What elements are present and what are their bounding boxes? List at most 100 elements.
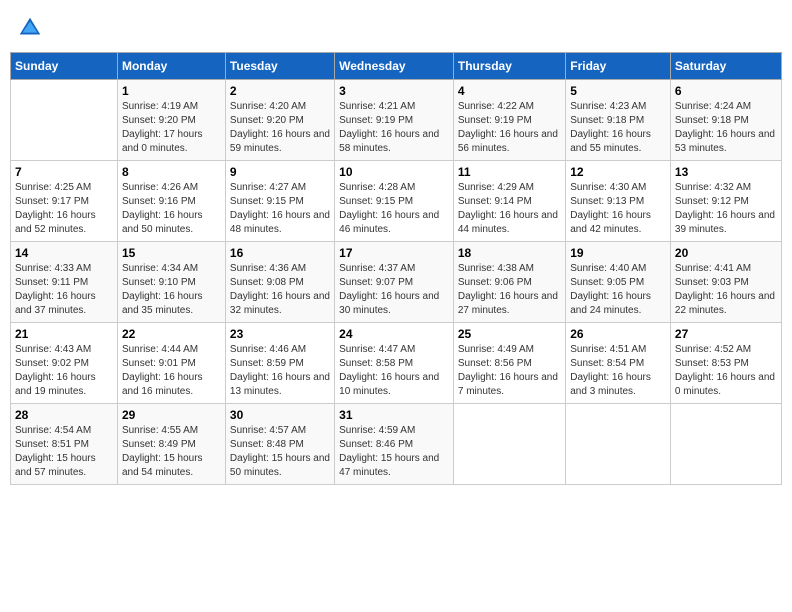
day-number: 2 bbox=[230, 84, 330, 98]
day-number: 1 bbox=[122, 84, 221, 98]
day-info: Sunrise: 4:52 AM Sunset: 8:53 PM Dayligh… bbox=[675, 343, 777, 399]
calendar-cell: 3 Sunrise: 4:21 AM Sunset: 9:19 PM Dayli… bbox=[335, 80, 454, 161]
day-info: Sunrise: 4:34 AM Sunset: 9:10 PM Dayligh… bbox=[122, 262, 221, 318]
day-number: 14 bbox=[15, 246, 113, 260]
calendar-cell: 25 Sunrise: 4:49 AM Sunset: 8:56 PM Dayl… bbox=[453, 323, 565, 404]
day-info: Sunrise: 4:33 AM Sunset: 9:11 PM Dayligh… bbox=[15, 262, 113, 318]
calendar-cell: 13 Sunrise: 4:32 AM Sunset: 9:12 PM Dayl… bbox=[670, 161, 781, 242]
calendar-cell: 30 Sunrise: 4:57 AM Sunset: 8:48 PM Dayl… bbox=[225, 404, 334, 485]
day-number: 7 bbox=[15, 165, 113, 179]
day-info: Sunrise: 4:29 AM Sunset: 9:14 PM Dayligh… bbox=[458, 181, 561, 237]
calendar-cell: 22 Sunrise: 4:44 AM Sunset: 9:01 PM Dayl… bbox=[117, 323, 225, 404]
weekday-header: Friday bbox=[566, 53, 671, 80]
calendar-cell: 9 Sunrise: 4:27 AM Sunset: 9:15 PM Dayli… bbox=[225, 161, 334, 242]
day-number: 26 bbox=[570, 327, 666, 341]
calendar-cell: 31 Sunrise: 4:59 AM Sunset: 8:46 PM Dayl… bbox=[335, 404, 454, 485]
calendar-week-row: 1 Sunrise: 4:19 AM Sunset: 9:20 PM Dayli… bbox=[11, 80, 782, 161]
day-info: Sunrise: 4:30 AM Sunset: 9:13 PM Dayligh… bbox=[570, 181, 666, 237]
day-number: 17 bbox=[339, 246, 449, 260]
weekday-header: Thursday bbox=[453, 53, 565, 80]
day-info: Sunrise: 4:38 AM Sunset: 9:06 PM Dayligh… bbox=[458, 262, 561, 318]
day-number: 19 bbox=[570, 246, 666, 260]
day-number: 12 bbox=[570, 165, 666, 179]
day-number: 6 bbox=[675, 84, 777, 98]
calendar-cell: 28 Sunrise: 4:54 AM Sunset: 8:51 PM Dayl… bbox=[11, 404, 118, 485]
day-number: 3 bbox=[339, 84, 449, 98]
calendar-cell: 8 Sunrise: 4:26 AM Sunset: 9:16 PM Dayli… bbox=[117, 161, 225, 242]
day-number: 11 bbox=[458, 165, 561, 179]
day-info: Sunrise: 4:21 AM Sunset: 9:19 PM Dayligh… bbox=[339, 100, 449, 156]
day-info: Sunrise: 4:49 AM Sunset: 8:56 PM Dayligh… bbox=[458, 343, 561, 399]
weekday-header: Monday bbox=[117, 53, 225, 80]
day-number: 18 bbox=[458, 246, 561, 260]
day-number: 4 bbox=[458, 84, 561, 98]
calendar-cell: 6 Sunrise: 4:24 AM Sunset: 9:18 PM Dayli… bbox=[670, 80, 781, 161]
calendar-cell: 14 Sunrise: 4:33 AM Sunset: 9:11 PM Dayl… bbox=[11, 242, 118, 323]
weekday-header: Wednesday bbox=[335, 53, 454, 80]
calendar-cell: 16 Sunrise: 4:36 AM Sunset: 9:08 PM Dayl… bbox=[225, 242, 334, 323]
day-number: 16 bbox=[230, 246, 330, 260]
day-number: 22 bbox=[122, 327, 221, 341]
calendar-week-row: 14 Sunrise: 4:33 AM Sunset: 9:11 PM Dayl… bbox=[11, 242, 782, 323]
day-number: 20 bbox=[675, 246, 777, 260]
logo bbox=[16, 14, 48, 42]
calendar-cell bbox=[11, 80, 118, 161]
calendar-week-row: 28 Sunrise: 4:54 AM Sunset: 8:51 PM Dayl… bbox=[11, 404, 782, 485]
calendar-cell: 19 Sunrise: 4:40 AM Sunset: 9:05 PM Dayl… bbox=[566, 242, 671, 323]
day-info: Sunrise: 4:32 AM Sunset: 9:12 PM Dayligh… bbox=[675, 181, 777, 237]
day-info: Sunrise: 4:36 AM Sunset: 9:08 PM Dayligh… bbox=[230, 262, 330, 318]
page-header bbox=[10, 10, 782, 46]
weekday-header: Saturday bbox=[670, 53, 781, 80]
day-info: Sunrise: 4:41 AM Sunset: 9:03 PM Dayligh… bbox=[675, 262, 777, 318]
calendar-cell: 10 Sunrise: 4:28 AM Sunset: 9:15 PM Dayl… bbox=[335, 161, 454, 242]
day-info: Sunrise: 4:47 AM Sunset: 8:58 PM Dayligh… bbox=[339, 343, 449, 399]
weekday-header-row: SundayMondayTuesdayWednesdayThursdayFrid… bbox=[11, 53, 782, 80]
day-number: 27 bbox=[675, 327, 777, 341]
day-number: 23 bbox=[230, 327, 330, 341]
day-number: 25 bbox=[458, 327, 561, 341]
calendar-week-row: 21 Sunrise: 4:43 AM Sunset: 9:02 PM Dayl… bbox=[11, 323, 782, 404]
day-info: Sunrise: 4:51 AM Sunset: 8:54 PM Dayligh… bbox=[570, 343, 666, 399]
calendar-cell: 29 Sunrise: 4:55 AM Sunset: 8:49 PM Dayl… bbox=[117, 404, 225, 485]
day-info: Sunrise: 4:25 AM Sunset: 9:17 PM Dayligh… bbox=[15, 181, 113, 237]
day-info: Sunrise: 4:37 AM Sunset: 9:07 PM Dayligh… bbox=[339, 262, 449, 318]
calendar-cell: 18 Sunrise: 4:38 AM Sunset: 9:06 PM Dayl… bbox=[453, 242, 565, 323]
day-info: Sunrise: 4:23 AM Sunset: 9:18 PM Dayligh… bbox=[570, 100, 666, 156]
calendar-cell bbox=[566, 404, 671, 485]
calendar-cell: 4 Sunrise: 4:22 AM Sunset: 9:19 PM Dayli… bbox=[453, 80, 565, 161]
calendar-cell: 23 Sunrise: 4:46 AM Sunset: 8:59 PM Dayl… bbox=[225, 323, 334, 404]
day-info: Sunrise: 4:24 AM Sunset: 9:18 PM Dayligh… bbox=[675, 100, 777, 156]
weekday-header: Tuesday bbox=[225, 53, 334, 80]
calendar-cell: 5 Sunrise: 4:23 AM Sunset: 9:18 PM Dayli… bbox=[566, 80, 671, 161]
day-number: 28 bbox=[15, 408, 113, 422]
day-number: 21 bbox=[15, 327, 113, 341]
day-info: Sunrise: 4:20 AM Sunset: 9:20 PM Dayligh… bbox=[230, 100, 330, 156]
logo-icon bbox=[16, 14, 44, 42]
calendar-cell: 26 Sunrise: 4:51 AM Sunset: 8:54 PM Dayl… bbox=[566, 323, 671, 404]
day-number: 9 bbox=[230, 165, 330, 179]
day-info: Sunrise: 4:19 AM Sunset: 9:20 PM Dayligh… bbox=[122, 100, 221, 156]
calendar-cell: 1 Sunrise: 4:19 AM Sunset: 9:20 PM Dayli… bbox=[117, 80, 225, 161]
day-number: 5 bbox=[570, 84, 666, 98]
day-info: Sunrise: 4:27 AM Sunset: 9:15 PM Dayligh… bbox=[230, 181, 330, 237]
day-info: Sunrise: 4:26 AM Sunset: 9:16 PM Dayligh… bbox=[122, 181, 221, 237]
calendar-week-row: 7 Sunrise: 4:25 AM Sunset: 9:17 PM Dayli… bbox=[11, 161, 782, 242]
calendar-cell bbox=[453, 404, 565, 485]
day-number: 24 bbox=[339, 327, 449, 341]
calendar-cell: 15 Sunrise: 4:34 AM Sunset: 9:10 PM Dayl… bbox=[117, 242, 225, 323]
day-number: 29 bbox=[122, 408, 221, 422]
day-number: 15 bbox=[122, 246, 221, 260]
calendar-cell: 20 Sunrise: 4:41 AM Sunset: 9:03 PM Dayl… bbox=[670, 242, 781, 323]
calendar-cell: 21 Sunrise: 4:43 AM Sunset: 9:02 PM Dayl… bbox=[11, 323, 118, 404]
day-info: Sunrise: 4:40 AM Sunset: 9:05 PM Dayligh… bbox=[570, 262, 666, 318]
day-number: 13 bbox=[675, 165, 777, 179]
day-number: 30 bbox=[230, 408, 330, 422]
calendar-cell: 17 Sunrise: 4:37 AM Sunset: 9:07 PM Dayl… bbox=[335, 242, 454, 323]
calendar-cell: 7 Sunrise: 4:25 AM Sunset: 9:17 PM Dayli… bbox=[11, 161, 118, 242]
day-number: 31 bbox=[339, 408, 449, 422]
day-info: Sunrise: 4:59 AM Sunset: 8:46 PM Dayligh… bbox=[339, 424, 449, 480]
day-number: 10 bbox=[339, 165, 449, 179]
calendar-cell: 24 Sunrise: 4:47 AM Sunset: 8:58 PM Dayl… bbox=[335, 323, 454, 404]
day-info: Sunrise: 4:46 AM Sunset: 8:59 PM Dayligh… bbox=[230, 343, 330, 399]
day-info: Sunrise: 4:22 AM Sunset: 9:19 PM Dayligh… bbox=[458, 100, 561, 156]
